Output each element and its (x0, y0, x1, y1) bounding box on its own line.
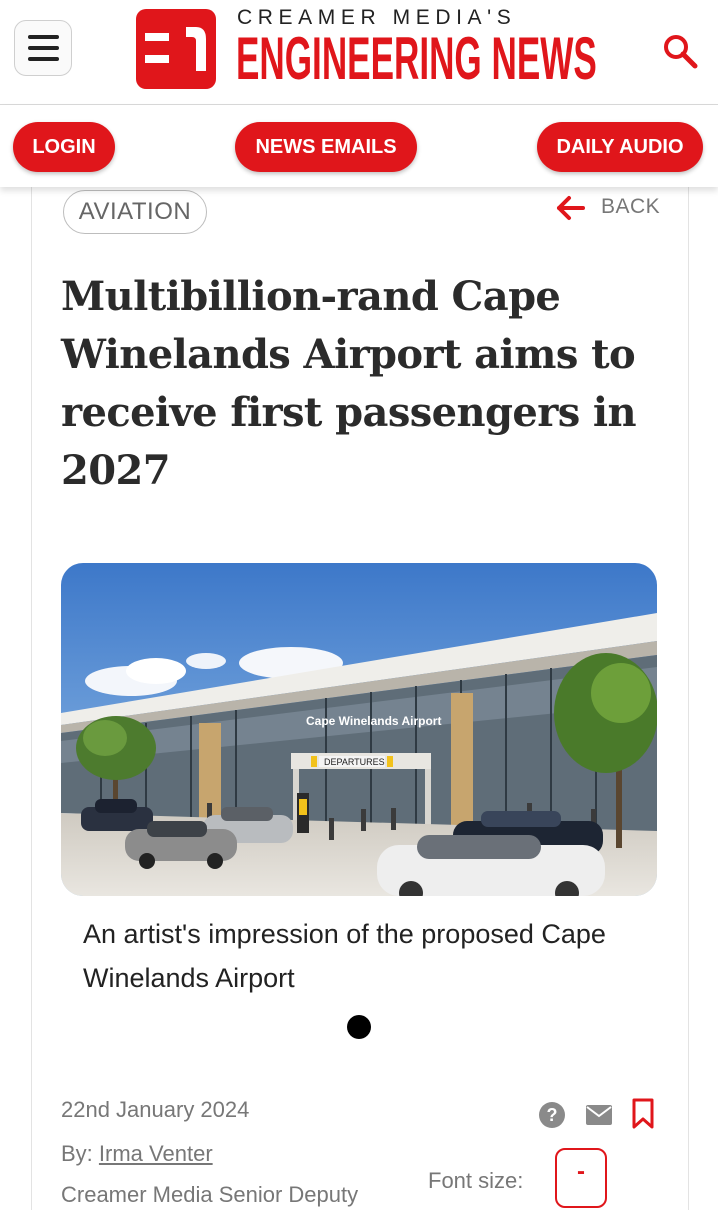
article-title: Multibillion-rand Cape Winelands Airport… (61, 273, 637, 494)
search-icon[interactable] (662, 33, 698, 69)
bookmark-icon[interactable] (631, 1098, 655, 1130)
back-label: BACK (601, 195, 661, 218)
login-button[interactable]: LOGIN (13, 122, 115, 172)
email-icon[interactable] (585, 1103, 613, 1127)
hamburger-menu-icon[interactable] (14, 20, 72, 76)
article-date: 22nd January 2024 (61, 1097, 250, 1122)
image-caption: An artist's impression of the proposed C… (83, 919, 606, 993)
brand-name[interactable]: ENGINEERING NEWS (236, 27, 597, 91)
help-icon[interactable]: ? (538, 1101, 566, 1129)
engineering-news-logo[interactable] (136, 9, 216, 89)
author-link[interactable]: Irma Venter (99, 1141, 213, 1166)
departures-sign: DEPARTURES (324, 757, 385, 767)
svg-text:?: ? (547, 1105, 558, 1125)
arrow-left-icon (557, 196, 585, 220)
font-size-label: Font size: (428, 1168, 524, 1193)
action-bar: LOGIN NEWS EMAILS DAILY AUDIO (0, 105, 718, 187)
site-header: CREAMER MEDIA'S ENGINEERING NEWS (0, 0, 718, 105)
terminal-sign: Cape Winelands Airport (306, 714, 441, 728)
news-emails-button[interactable]: NEWS EMAILS (235, 122, 417, 172)
category-tag[interactable]: AVIATION (63, 190, 207, 234)
byline: By: Irma Venter (61, 1141, 213, 1167)
font-size-decrease-button[interactable]: - (555, 1148, 607, 1208)
article-image[interactable]: Cape Winelands Airport DEPARTURES (61, 563, 657, 896)
airport-illustration: Cape Winelands Airport DEPARTURES (61, 563, 657, 896)
byline-prefix: By: (61, 1141, 93, 1166)
daily-audio-button[interactable]: DAILY AUDIO (537, 122, 703, 172)
carousel-dot[interactable] (347, 1015, 371, 1039)
author-role: Creamer Media Senior Deputy (61, 1182, 359, 1207)
